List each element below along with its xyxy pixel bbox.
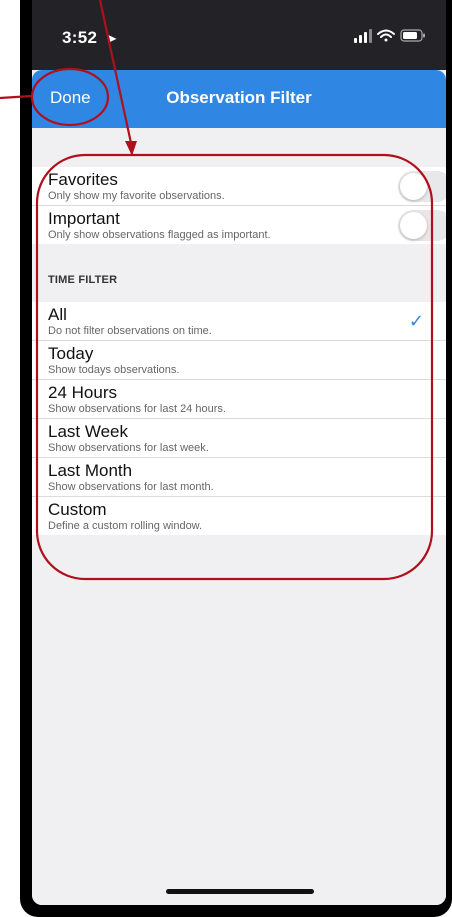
option-subtitle: Show observations for last week.	[48, 442, 209, 454]
option-title: Last Month	[48, 461, 133, 480]
option-subtitle: Define a custom rolling window.	[48, 520, 203, 532]
signal-bars-icon	[354, 29, 372, 43]
toggle-group: Favorites Only show my favorite observat…	[32, 167, 446, 244]
option-title: All	[48, 305, 67, 324]
time-option-today[interactable]: Today Show todays observations.	[32, 341, 446, 380]
navigation-bar: Done Observation Filter	[32, 70, 446, 128]
toggle-knob	[400, 212, 427, 239]
option-subtitle: Show todays observations.	[48, 364, 180, 376]
battery-icon	[400, 29, 425, 42]
option-title: Today	[48, 344, 94, 363]
important-title: Important	[48, 209, 120, 228]
time-filter-group: All Do not filter observations on time. …	[32, 302, 446, 535]
option-subtitle: Show observations for last 24 hours.	[48, 403, 226, 415]
favorites-subtitle: Only show my favorite observations.	[48, 190, 225, 202]
status-time-text: 3:52	[62, 28, 98, 47]
time-option-last-week[interactable]: Last Week Show observations for last wee…	[32, 419, 446, 458]
option-title: Custom	[48, 500, 107, 519]
filter-content: Favorites Only show my favorite observat…	[32, 128, 446, 905]
time-filter-header: TIME FILTER	[48, 274, 118, 286]
time-option-all[interactable]: All Do not filter observations on time. …	[32, 302, 446, 341]
screen: 3:52 ➤ Done Observation Filter Favorites…	[32, 0, 446, 905]
important-row: Important Only show observations flagged…	[32, 206, 446, 244]
toggle-knob	[400, 173, 427, 200]
favorites-row: Favorites Only show my favorite observat…	[32, 167, 446, 206]
home-indicator	[166, 889, 314, 894]
option-subtitle: Do not filter observations on time.	[48, 325, 212, 337]
location-arrow-icon: ➤	[106, 31, 118, 46]
status-icons	[354, 28, 426, 49]
favorites-title: Favorites	[48, 170, 118, 189]
time-option-24-hours[interactable]: 24 Hours Show observations for last 24 h…	[32, 380, 446, 419]
time-option-last-month[interactable]: Last Month Show observations for last mo…	[32, 458, 446, 497]
wifi-icon	[377, 29, 395, 42]
option-title: 24 Hours	[48, 383, 117, 402]
time-option-custom[interactable]: Custom Define a custom rolling window.	[32, 497, 446, 535]
option-title: Last Week	[48, 422, 129, 441]
phone-frame: 3:52 ➤ Done Observation Filter Favorites…	[20, 0, 452, 917]
page-title: Observation Filter	[166, 88, 312, 107]
important-toggle[interactable]	[398, 210, 446, 241]
status-bar: 3:52 ➤	[32, 0, 446, 70]
important-subtitle: Only show observations flagged as import…	[48, 229, 271, 241]
checkmark-icon: ✓	[408, 311, 424, 331]
option-subtitle: Show observations for last month.	[48, 481, 214, 493]
status-time: 3:52 ➤	[62, 28, 117, 48]
favorites-toggle[interactable]	[398, 171, 446, 202]
